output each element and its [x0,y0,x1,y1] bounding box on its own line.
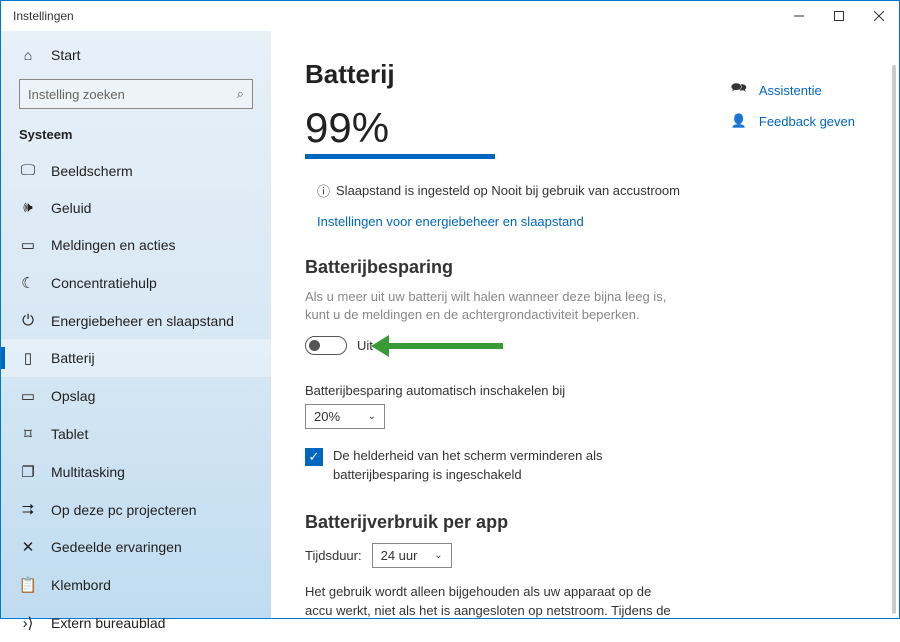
sidebar-item-label: Opslag [51,388,95,404]
search-input[interactable]: Instelling zoeken ⌕ [19,79,253,109]
sidebar-item-label: Multitasking [51,464,125,480]
sleep-info-text: Slaapstand is ingesteld op Nooit bij geb… [336,183,680,198]
right-rail: 🗪 Assistentie 👤 Feedback geven [729,79,855,141]
usage-heading: Batterijverbruik per app [305,512,859,533]
sidebar-item-label: Batterij [51,350,95,366]
brightness-checkbox[interactable]: ✓ [305,448,323,466]
sidebar-item-multitasking[interactable]: ❐ Multitasking [1,453,271,491]
sidebar-item-concentratiehulp[interactable]: ☾ Concentratiehulp [1,264,271,302]
display-icon: 🖵 [19,162,37,179]
sidebar-item-extern-bureaublad[interactable]: ›⟩ Extern bureaublad [1,604,271,642]
sidebar-item-op-deze-pc-projecteren[interactable]: ⮆ Op deze pc projecteren [1,491,271,528]
search-icon: ⌕ [237,86,244,102]
battery-icon: ▯ [19,349,37,367]
feedback-link[interactable]: 👤 Feedback geven [729,113,855,129]
sidebar-item-label: Tablet [51,426,88,442]
sidebar-item-tablet[interactable]: ⌑ Tablet [1,415,271,453]
clipboard-icon: 📋 [19,576,37,594]
sidebar-item-label: Klembord [51,577,111,593]
help-label: Assistentie [759,83,822,98]
window-title: Instellingen [13,9,74,23]
sidebar-item-label: Extern bureaublad [51,615,165,631]
chevron-down-icon: ⌄ [356,411,376,422]
battery-saver-desc: Als u meer uit uw batterij wilt halen wa… [305,288,675,324]
sidebar-item-batterij[interactable]: ▯ Batterij [1,339,271,377]
info-icon: ⓘ [317,181,330,200]
battery-saver-heading: Batterijbesparing [305,257,859,278]
storage-icon: ▭ [19,387,37,405]
auto-enable-value: 20% [314,409,340,424]
home-button[interactable]: ⌂ Start [1,39,271,71]
sidebar-item-opslag[interactable]: ▭ Opslag [1,377,271,415]
time-value: 24 uur [381,548,418,563]
minimize-button[interactable] [779,1,819,31]
focus-icon: ☾ [19,274,37,292]
shared-icon: ✕ [19,538,37,556]
power-settings-link[interactable]: Instellingen voor energiebeheer en slaap… [305,214,859,229]
maximize-button[interactable] [819,1,859,31]
sleep-info-row: ⓘ Slaapstand is ingesteld op Nooit bij g… [305,181,859,200]
auto-enable-select[interactable]: 20% ⌄ [305,404,385,429]
notifications-icon: ▭ [19,236,37,254]
feedback-icon: 👤 [729,113,749,129]
battery-bar [305,154,495,159]
sidebar-item-label: Beeldscherm [51,163,133,179]
project-icon: ⮆ [19,501,37,518]
search-placeholder: Instelling zoeken [28,87,125,102]
sidebar-item-label: Energiebeheer en slaapstand [51,313,234,329]
sidebar-item-klembord[interactable]: 📋 Klembord [1,566,271,604]
auto-enable-label: Batterijbesparing automatisch inschakele… [305,383,859,398]
close-button[interactable] [859,1,899,31]
home-icon: ⌂ [19,47,37,63]
time-select[interactable]: 24 uur ⌄ [372,543,452,568]
sidebar-item-label: Geluid [51,200,91,216]
usage-note: Het gebruik wordt alleen bijgehouden als… [305,582,675,618]
sidebar-item-beeldscherm[interactable]: 🖵 Beeldscherm [1,152,271,189]
brightness-checkbox-label: De helderheid van het scherm verminderen… [333,447,683,483]
title-bar: Instellingen [1,1,899,31]
multitasking-icon: ❐ [19,463,37,481]
help-link[interactable]: 🗪 Assistentie [729,79,855,101]
help-icon: 🗪 [729,79,749,101]
scrollbar[interactable] [892,65,896,614]
chevron-down-icon: ⌄ [422,550,442,561]
time-label: Tijdsduur: [305,548,362,563]
sidebar-category: Systeem [1,121,271,152]
sidebar-item-label: Concentratiehulp [51,275,157,291]
sidebar: ⌂ Start Instelling zoeken ⌕ Systeem 🖵 Bee… [1,31,271,618]
remote-icon: ›⟩ [19,614,37,632]
power-icon: ⏻ [19,312,37,329]
sidebar-item-meldingen-en-acties[interactable]: ▭ Meldingen en acties [1,226,271,264]
home-label: Start [51,47,81,63]
sidebar-item-energiebeheer-en-slaapstand[interactable]: ⏻ Energiebeheer en slaapstand [1,302,271,339]
sidebar-item-label: Op deze pc projecteren [51,502,197,518]
tablet-icon: ⌑ [19,425,37,443]
sidebar-item-label: Gedeelde ervaringen [51,539,182,555]
sidebar-item-gedeelde-ervaringen[interactable]: ✕ Gedeelde ervaringen [1,528,271,566]
sidebar-item-label: Meldingen en acties [51,237,176,253]
battery-saver-toggle[interactable] [305,336,347,355]
sidebar-item-geluid[interactable]: 🕪 Geluid [1,189,271,226]
feedback-label: Feedback geven [759,114,855,129]
sound-icon: 🕪 [19,199,37,216]
